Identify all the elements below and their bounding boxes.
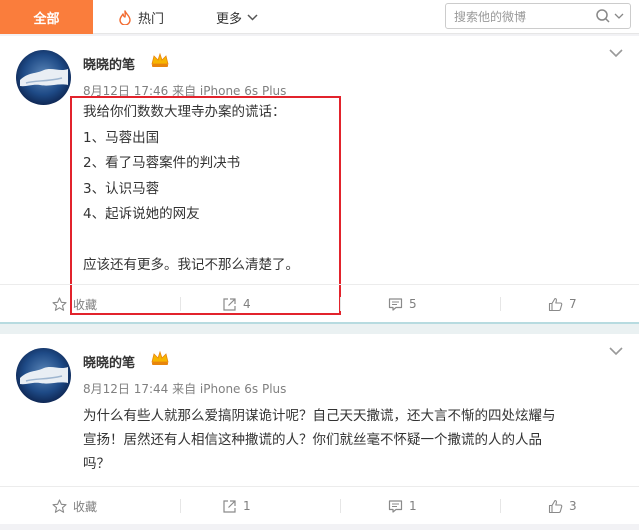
avatar[interactable]	[16, 348, 71, 403]
content-line: 为什么有些人就那么爱搞阴谋诡计呢？自己天天撒谎，还大言不惭的四处炫耀与	[83, 408, 556, 424]
author-name[interactable]: 晓晓的笔	[83, 54, 135, 73]
content-line: 宣扬！居然还有人相信这种撒谎的人？你们就丝毫不怀疑一个撒谎的人的人品	[83, 432, 542, 448]
like-count: 7	[569, 297, 577, 311]
share-button[interactable]: 1	[222, 487, 251, 525]
share-count: 1	[243, 499, 251, 513]
share-icon	[223, 297, 236, 311]
feed-post: 晓晓的笔 8月12日 17:44 来自 iPhone 6s Plus 为什么有些…	[0, 334, 639, 524]
favorite-label: 收藏	[73, 499, 98, 514]
avatar[interactable]	[16, 50, 71, 105]
tab-hot-label: 热门	[138, 11, 165, 27]
content-line: 4、起诉说她的网友	[83, 206, 200, 222]
vip-badge-icon	[151, 350, 169, 365]
like-icon	[548, 499, 563, 513]
share-button[interactable]: 4	[222, 285, 251, 323]
top-nav: 全部 热门 更多	[0, 0, 639, 34]
action-bar: 收藏 4 5 7	[0, 284, 639, 322]
favorite-label: 收藏	[73, 297, 98, 312]
post-content: 我给你们数数大理寺办案的谎话： 1、马蓉出国 2、看了马蓉案件的判决书 3、认识…	[83, 100, 299, 279]
feed-divider	[0, 322, 639, 334]
divider	[500, 297, 501, 311]
search-box	[445, 3, 631, 29]
favorite-button[interactable]: 收藏	[52, 285, 97, 323]
post-meta: 8月12日 17:44 来自 iPhone 6s Plus	[83, 382, 287, 396]
comment-count: 1	[409, 499, 417, 513]
divider	[500, 499, 501, 513]
share-icon	[223, 499, 236, 513]
content-line	[83, 228, 299, 254]
action-bar: 收藏 1 1 3	[0, 486, 639, 524]
post-content: 为什么有些人就那么爱搞阴谋诡计呢？自己天天撒谎，还大言不惭的四处炫耀与 宣扬！居…	[83, 404, 623, 476]
tab-hot[interactable]: 热门	[118, 0, 164, 34]
fire-icon	[119, 9, 131, 25]
chevron-down-icon[interactable]	[609, 346, 623, 356]
author-name[interactable]: 晓晓的笔	[83, 352, 135, 371]
divider	[180, 297, 181, 311]
comment-button[interactable]: 1	[388, 487, 417, 525]
content-line: 3、认识马蓉	[83, 180, 160, 197]
vip-badge-icon	[151, 52, 169, 67]
like-count: 3	[569, 499, 577, 513]
content-line: 我给你们数数大理寺办案的谎话：	[83, 104, 286, 120]
divider	[180, 499, 181, 513]
tab-more-label: 更多	[216, 11, 243, 27]
like-button[interactable]: 3	[548, 487, 577, 525]
comment-count: 5	[409, 297, 417, 311]
tab-all[interactable]: 全部	[0, 0, 93, 34]
like-button[interactable]: 7	[548, 285, 577, 323]
favorite-button[interactable]: 收藏	[52, 487, 97, 525]
star-icon	[52, 498, 67, 513]
comment-button[interactable]: 5	[388, 285, 417, 323]
search-input[interactable]	[454, 8, 594, 25]
chevron-down-icon[interactable]	[609, 48, 623, 58]
content-line: 应该还有更多。我记不那么清楚了。	[83, 257, 299, 273]
chevron-down-icon	[247, 13, 258, 21]
content-line: 1、马蓉出国	[83, 129, 160, 146]
star-icon	[52, 296, 67, 311]
share-count: 4	[243, 297, 251, 311]
like-icon	[548, 297, 563, 311]
content-line: 吗？	[83, 456, 110, 472]
search-icon[interactable]	[595, 8, 625, 24]
comment-icon	[388, 297, 403, 311]
tab-more[interactable]: 更多	[216, 0, 258, 34]
content-line: 2、看了马蓉案件的判决书	[83, 155, 241, 171]
divider	[340, 297, 341, 311]
comment-icon	[388, 499, 403, 513]
divider	[340, 499, 341, 513]
feed-post: 晓晓的笔 8月12日 17:46 来自 iPhone 6s Plus 我给你们数…	[0, 36, 639, 322]
